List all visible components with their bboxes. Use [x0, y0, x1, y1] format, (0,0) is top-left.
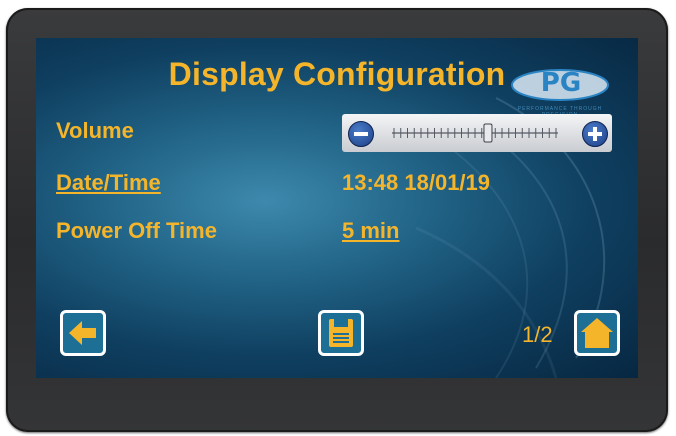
- back-button[interactable]: [60, 310, 106, 356]
- home-icon: [581, 318, 613, 348]
- minus-icon: [354, 132, 368, 136]
- volume-decrease-button[interactable]: [348, 121, 374, 147]
- volume-track[interactable]: [390, 122, 560, 144]
- volume-label: Volume: [56, 118, 134, 143]
- home-button[interactable]: [574, 310, 620, 356]
- datetime-value: 13:48 18/01/19: [342, 170, 491, 195]
- brand-logo: PG PERFORMANCE THROUGH PRECISION: [506, 68, 614, 118]
- save-button[interactable]: [318, 310, 364, 356]
- plus-icon: [588, 127, 602, 141]
- arrow-left-icon: [69, 321, 96, 345]
- power-off-value[interactable]: 5 min: [342, 218, 399, 244]
- touch-screen: Display Configuration PG PERFORMANCE THR…: [36, 38, 638, 378]
- slider-thumb[interactable]: [483, 123, 493, 143]
- logo-text: PG: [540, 68, 582, 98]
- datetime-link[interactable]: Date/Time: [56, 170, 161, 196]
- volume-slider[interactable]: [342, 114, 612, 152]
- floppy-disk-icon: [329, 319, 353, 347]
- volume-increase-button[interactable]: [582, 121, 608, 147]
- power-off-label: Power Off Time: [56, 218, 217, 243]
- page-indicator: 1/2: [522, 322, 553, 347]
